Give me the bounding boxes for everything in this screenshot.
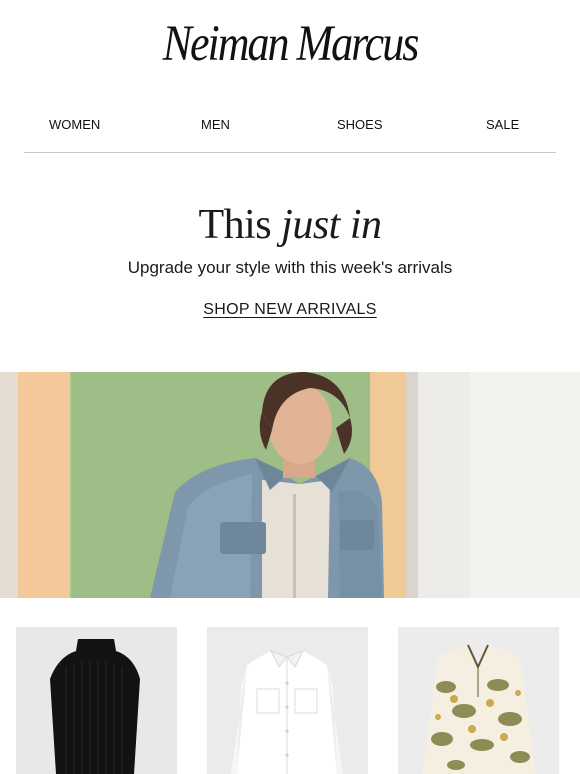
main-nav: WOMEN MEN SHOES SALE <box>0 117 580 133</box>
white-button-shirt-image <box>207 627 368 774</box>
hero-subtitle: Upgrade your style with this week's arri… <box>127 258 453 277</box>
product-tile-3[interactable] <box>398 627 559 774</box>
model-in-denim-jacket-image <box>0 372 580 598</box>
nav-item-sale[interactable]: SALE <box>486 117 519 133</box>
nav-item-women[interactable]: WOMEN <box>49 117 100 133</box>
shop-new-arrivals-link[interactable]: SHOP NEW ARRIVALS <box>203 301 376 318</box>
hero-title-italic: just in <box>281 202 382 248</box>
hero-title: This just in <box>0 200 580 250</box>
nav-item-men[interactable]: MEN <box>201 117 230 133</box>
nav-divider <box>24 152 556 153</box>
paisley-blouse-image <box>398 627 559 774</box>
product-tile-2[interactable] <box>207 627 368 774</box>
nav-item-shoes[interactable]: SHOES <box>337 117 383 133</box>
black-sleeveless-top-image <box>16 627 177 774</box>
hero-banner-image[interactable] <box>0 372 580 598</box>
brand-logo[interactable]: Neiman Marcus <box>0 18 580 70</box>
product-tile-1[interactable] <box>16 627 177 774</box>
hero-title-plain: This <box>198 202 272 248</box>
cta-wrapper: SHOP NEW ARRIVALS <box>0 301 580 319</box>
